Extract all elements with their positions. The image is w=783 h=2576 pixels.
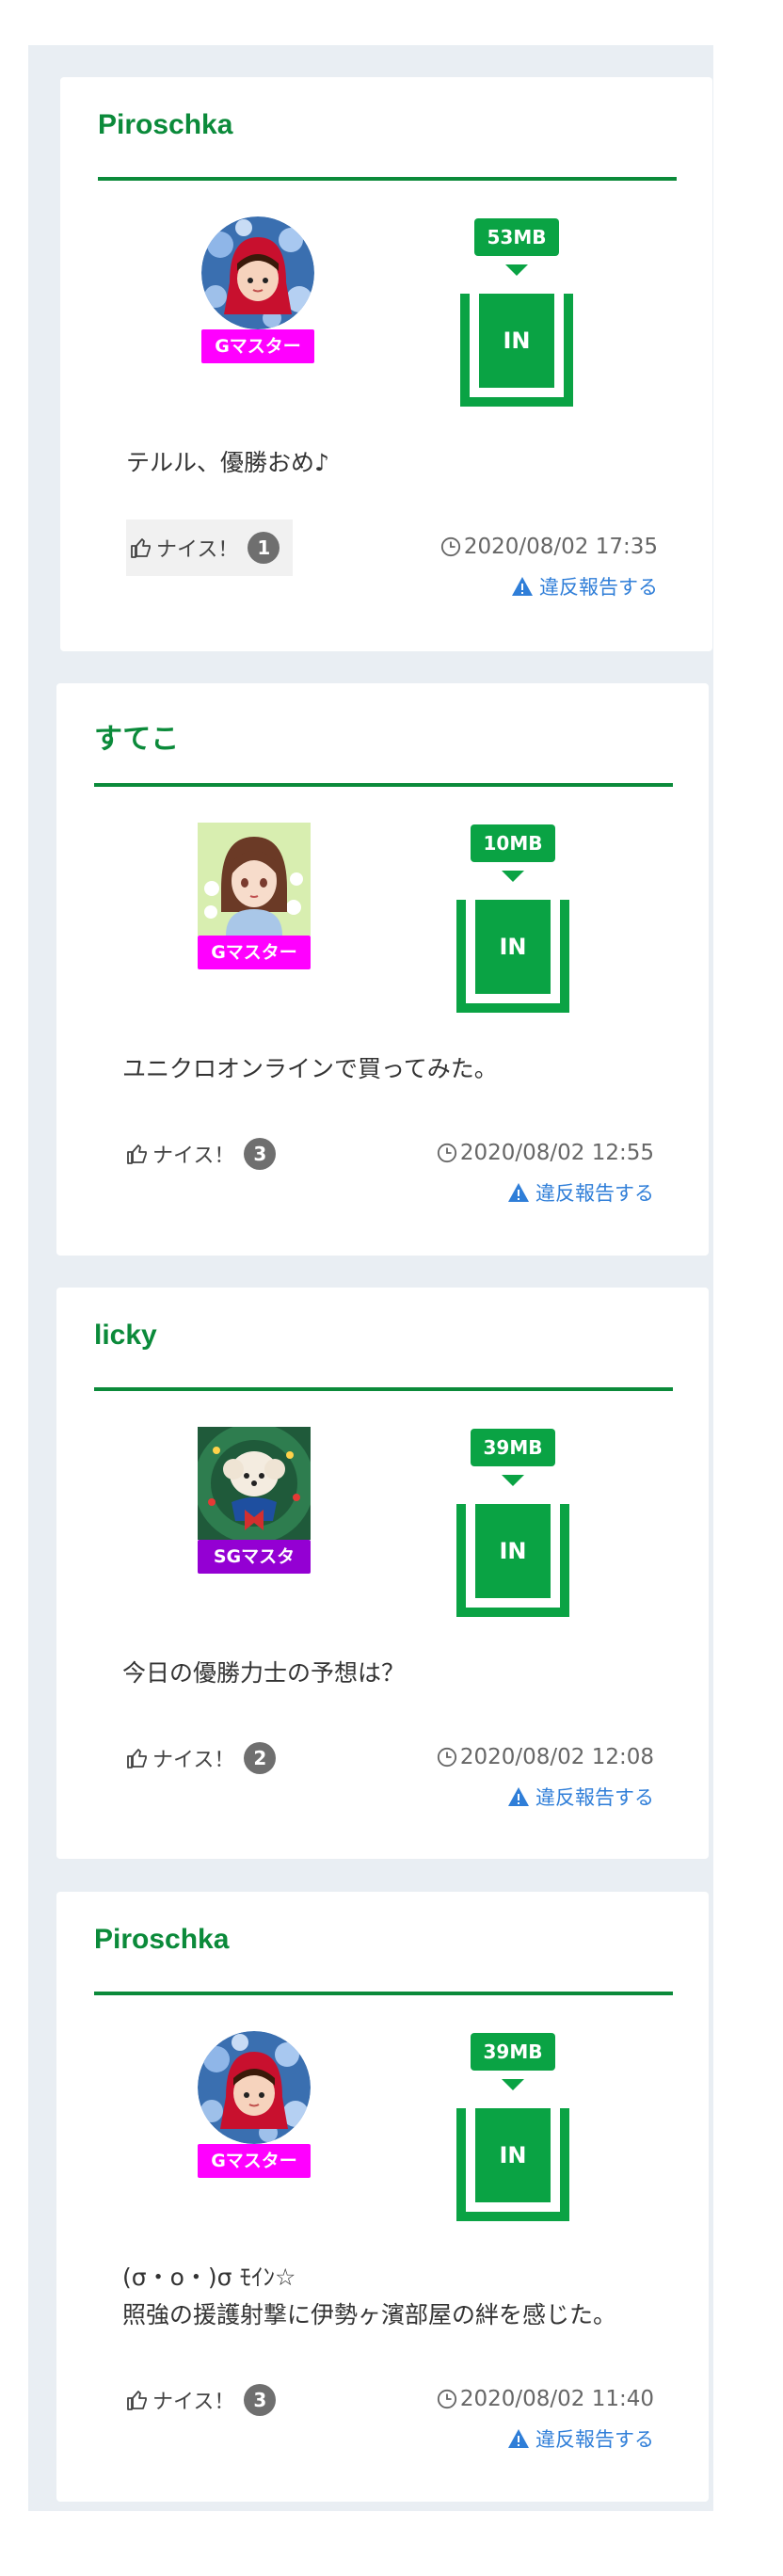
report-link[interactable]: 違反報告する [507, 1178, 654, 1207]
post-card: Piroschka Gマスター 53MB IN テルル、優勝おめ♪ ナイス！ 1… [60, 77, 712, 651]
username[interactable]: Piroschka [98, 109, 232, 141]
post-card: すてこ Gマスター 10MB IN ユニクロオンラインで買ってみた。 ナイス！ … [56, 683, 709, 1256]
card-divider [94, 783, 673, 787]
down-arrow-icon [502, 2079, 524, 2090]
thumbs-up-icon [127, 2391, 147, 2410]
warning-icon [512, 577, 533, 596]
user-avatar-block[interactable]: Gマスター [198, 823, 311, 973]
nice-label: ナイス！ [152, 2391, 235, 2414]
post-message: 今日の優勝力士の予想は？ [122, 1655, 405, 1692]
nice-button[interactable]: ナイス！ 1 [126, 520, 294, 576]
down-arrow-icon [502, 871, 524, 882]
post-timestamp: 2020/08/02 12:08 [437, 1745, 654, 1769]
warning-icon [508, 1787, 529, 1806]
post-timestamp: 2020/08/02 17:35 [440, 535, 658, 559]
status-in-box: IN [456, 900, 569, 1013]
post-message-line: (σ・o・)σ ﾓｲﾝ☆ [122, 2264, 296, 2291]
rank-badge: Gマスター [198, 936, 311, 969]
thumbs-up-icon [127, 1749, 147, 1768]
nice-button[interactable]: ナイス！ 2 [122, 1730, 289, 1786]
report-label: 違反報告する [535, 1182, 654, 1205]
post-card: licky SGマスタ 39MB IN 今日の優勝力士の予想は？ ナイス！ 2 … [56, 1288, 709, 1859]
clock-icon [437, 1143, 456, 1163]
nice-label: ナイス！ [152, 1749, 235, 1772]
down-arrow-icon [502, 1475, 524, 1486]
timestamp-text: 2020/08/02 12:55 [459, 1141, 654, 1165]
post-message-line: テルル、優勝おめ♪ [126, 449, 329, 476]
timestamp-text: 2020/08/02 11:40 [459, 2387, 654, 2411]
nice-label: ナイス！ [152, 1144, 235, 1168]
rank-badge: Gマスター [201, 329, 314, 363]
warning-icon [508, 1183, 529, 1202]
nice-button[interactable]: ナイス！ 3 [122, 2372, 289, 2428]
nice-count-badge: 3 [244, 2384, 277, 2416]
card-divider [94, 1992, 673, 1995]
clock-icon [440, 536, 460, 557]
report-link[interactable]: 違反報告する [507, 2424, 654, 2453]
report-label: 違反報告する [535, 1786, 654, 1809]
report-link[interactable]: 違反報告する [507, 1783, 654, 1811]
post-message: (σ・o・)σ ﾓｲﾝ☆ 照強の援護射撃に伊勢ヶ濱部屋の絆を感じた。 [122, 2259, 616, 2334]
rank-badge: SGマスタ [198, 1540, 311, 1574]
report-link[interactable]: 違反報告する [511, 572, 658, 600]
post-timestamp: 2020/08/02 11:40 [437, 2387, 654, 2411]
warning-icon [508, 2429, 529, 2448]
post-message-line: 照強の援護射撃に伊勢ヶ濱部屋の絆を感じた。 [122, 2301, 617, 2328]
size-badge: 53MB [474, 218, 559, 256]
post-message: テルル、優勝おめ♪ [126, 444, 329, 482]
nice-label: ナイス！ [156, 538, 239, 562]
post-card: Piroschka Gマスター 39MB IN (σ・o・)σ ﾓｲﾝ☆ 照強の… [56, 1892, 709, 2502]
status-in-label: IN [475, 1504, 551, 1598]
report-label: 違反報告する [539, 576, 658, 599]
poodle-wreath-icon [198, 1427, 311, 1540]
nice-count-badge: 3 [244, 1138, 277, 1170]
post-message-line: 今日の優勝力士の予想は？ [122, 1659, 406, 1687]
timestamp-text: 2020/08/02 12:08 [459, 1745, 654, 1769]
anime-girl-icon [198, 823, 311, 936]
report-label: 違反報告する [535, 2428, 654, 2451]
status-in-box: IN [456, 1504, 569, 1617]
user-avatar-block[interactable]: SGマスタ [198, 1427, 311, 1577]
red-hood-girl-icon [201, 216, 314, 329]
nice-count-badge: 1 [248, 532, 280, 564]
nice-button[interactable]: ナイス！ 3 [122, 1126, 289, 1182]
username[interactable]: licky [94, 1320, 157, 1352]
status-in-label: IN [479, 294, 554, 388]
status-in-box: IN [456, 2108, 569, 2221]
size-badge: 39MB [471, 2033, 555, 2071]
clock-icon [437, 1747, 456, 1768]
size-badge: 10MB [471, 824, 555, 862]
post-message-line: ユニクロオンラインで買ってみた。 [122, 1055, 498, 1082]
user-avatar-block[interactable]: Gマスター [201, 216, 314, 367]
rank-badge: Gマスター [198, 2144, 311, 2178]
card-divider [98, 177, 677, 181]
post-timestamp: 2020/08/02 12:55 [437, 1141, 654, 1165]
status-in-box: IN [460, 294, 573, 407]
status-in-label: IN [475, 2108, 551, 2202]
user-avatar-block[interactable]: Gマスター [198, 2031, 311, 2182]
status-in-label: IN [475, 900, 551, 994]
thumbs-up-icon [131, 538, 151, 558]
size-badge: 39MB [471, 1429, 555, 1466]
clock-icon [437, 2389, 456, 2409]
card-divider [94, 1387, 673, 1391]
red-hood-girl-icon [198, 2031, 311, 2144]
down-arrow-icon [505, 264, 528, 276]
nice-count-badge: 2 [244, 1742, 277, 1774]
timestamp-text: 2020/08/02 17:35 [463, 535, 658, 559]
thumbs-up-icon [127, 1144, 147, 1164]
username[interactable]: Piroschka [94, 1924, 229, 1956]
username[interactable]: すてこ [94, 715, 179, 757]
post-message: ユニクロオンラインで買ってみた。 [122, 1050, 498, 1088]
